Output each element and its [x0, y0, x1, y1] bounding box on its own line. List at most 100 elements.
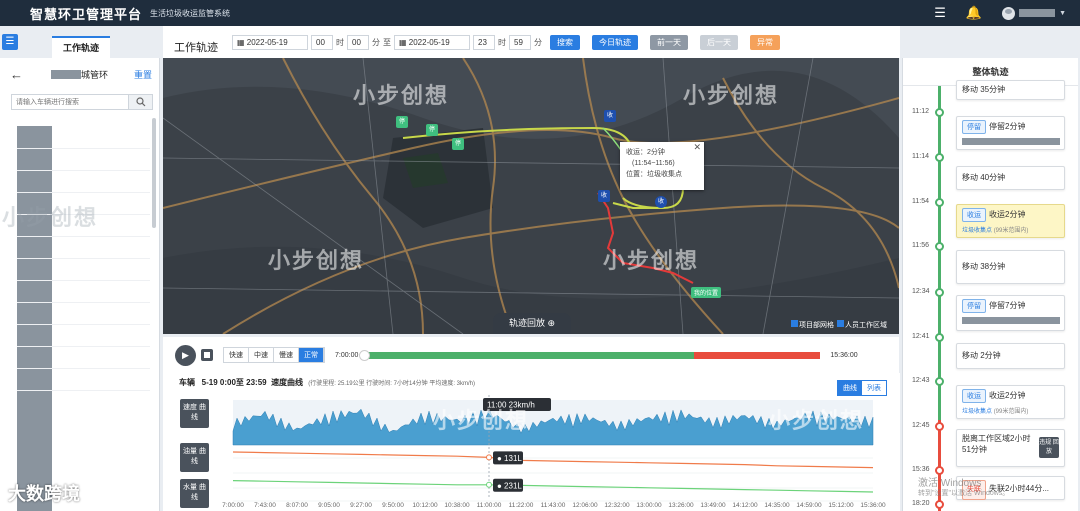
collect-tag: 收运 — [962, 208, 986, 222]
checkbox-icon — [791, 320, 798, 327]
timeline-text: 收运2分钟 — [989, 210, 1026, 219]
search-button[interactable] — [128, 95, 152, 109]
end-minute-field[interactable]: 59 — [509, 34, 531, 50]
speed-option[interactable]: 正常 — [299, 348, 324, 362]
timeline-time: 12:34 — [912, 288, 930, 295]
list-divider — [17, 148, 150, 149]
speed-option[interactable]: 慢速 — [274, 348, 299, 362]
vehicle-search-input[interactable] — [12, 95, 128, 109]
stop-marker[interactable]: 停 — [426, 124, 438, 136]
stop-marker[interactable]: 停 — [452, 138, 464, 150]
water-series-line — [232, 480, 874, 493]
speed-selector: 快速 中速 慢速 正常 — [223, 347, 325, 363]
x-tick-label: 9:05:00 — [318, 502, 340, 509]
prev-day-button[interactable]: 前一天 — [650, 34, 688, 50]
project-grid-label: 项目部网格 — [799, 322, 834, 329]
reset-link[interactable]: 重置 — [134, 68, 152, 81]
x-tick-label: 10:38:00 — [444, 502, 470, 509]
x-tick-label: 15:36:00 — [860, 502, 886, 509]
hour-unit: 时 — [336, 37, 344, 47]
start-hour-field[interactable]: 00 — [311, 34, 333, 50]
left-scrollbar[interactable] — [152, 118, 156, 228]
exception-button[interactable]: 异常 — [750, 34, 780, 50]
list-divider — [17, 346, 150, 347]
vehicle-name-suffix: 城管环 — [81, 69, 109, 80]
list-divider — [17, 280, 150, 281]
location-masked — [962, 317, 1060, 325]
stop-button[interactable] — [201, 349, 213, 361]
timeline-card[interactable]: 脱离工作区域2小时51分钟 违规 回放 — [956, 429, 1065, 467]
end-hour-field[interactable]: 23 — [473, 34, 495, 50]
x-tick-label: 11:43:00 — [541, 502, 566, 509]
timeline-card[interactable]: 停留 停留7分钟 — [956, 295, 1065, 331]
list-divider — [17, 302, 150, 303]
oil-hover-point — [486, 454, 492, 461]
search-button[interactable]: 搜索 — [550, 34, 580, 50]
tab-work-trajectory[interactable]: 工作轨迹 — [52, 36, 110, 58]
user-avatar-icon — [1002, 6, 1016, 20]
list-divider — [17, 390, 150, 391]
violation-replay-button[interactable]: 违规 回放 — [1039, 437, 1059, 458]
collect-marker[interactable]: 收 — [604, 110, 616, 122]
top-bar: 智慧环卫管理平台 生活垃圾收运监管系统 ☰ 🔔 ▼ — [0, 0, 1080, 26]
timeline-card[interactable]: 停留 停留2分钟 — [956, 116, 1065, 150]
timeline-location: 垃圾收集点 — [962, 409, 993, 415]
end-date-field[interactable]: ▦ 2022-05-19 — [394, 34, 470, 50]
trajectory-map[interactable]: 停 停 停 收 收 收 停 收运：2分钟 (11:54~11:56) 位置：垃圾… — [163, 58, 899, 334]
calendar-icon: ▦ — [237, 37, 247, 47]
speed-tooltip: 11:00 23km/h — [487, 401, 535, 410]
app-subtitle: 生活垃圾收运监管系统 — [150, 8, 231, 18]
vehicle-search — [11, 94, 153, 110]
timeline-dot — [935, 108, 944, 117]
user-name-masked — [1019, 9, 1056, 17]
today-trajectory-button[interactable]: 今日轨迹 — [592, 34, 638, 50]
list-divider — [17, 214, 150, 215]
start-date-field[interactable]: ▦ 2022-05-19 — [232, 34, 308, 50]
timeline-dot — [935, 242, 944, 251]
collect-marker[interactable]: 收 — [655, 196, 667, 208]
timeline-text: 移动 2分钟 — [962, 351, 1001, 360]
x-tick-label: 15:12:00 — [828, 502, 854, 509]
timeline-card-active[interactable]: 收运 收运2分钟 垃圾收集点 (99米范围内) — [956, 204, 1065, 238]
staff-area-label: 人员工作区域 — [845, 322, 887, 329]
progress-done — [362, 351, 695, 359]
timeline-text: 移动 38分钟 — [962, 262, 1006, 271]
progress-handle[interactable] — [359, 349, 371, 361]
timeline-card[interactable]: 移动 35分钟 — [956, 80, 1065, 100]
x-tick-label: 14:59:00 — [796, 502, 822, 509]
map-layer-toggles: 项目部网格 人员工作区域 — [791, 320, 887, 330]
timeline-text: 收运2分钟 — [989, 391, 1026, 400]
sidebar-toggle-button[interactable]: ☰ — [2, 34, 18, 50]
timeline-card[interactable]: 移动 38分钟 — [956, 250, 1065, 284]
hamburger-icon[interactable]: ☰ — [934, 5, 946, 21]
x-tick-label: 9:27:00 — [350, 502, 372, 509]
x-tick-label: 13:26:00 — [668, 502, 694, 509]
stop-marker[interactable]: 停 — [396, 116, 408, 128]
timeline-card[interactable]: 收运 收运2分钟 垃圾收集点 (99米范围内) — [956, 385, 1065, 419]
user-menu[interactable]: ▼ — [1002, 6, 1066, 20]
playback-progress[interactable] — [359, 349, 821, 361]
list-divider — [17, 368, 150, 369]
timeline-dot — [935, 333, 944, 342]
back-arrow-icon[interactable]: ← — [10, 67, 23, 82]
x-tick-label: 14:12:00 — [732, 502, 758, 509]
list-divider — [17, 170, 150, 171]
speed-option[interactable]: 快速 — [224, 348, 249, 362]
collect-marker[interactable]: 收 — [598, 190, 610, 202]
x-tick-label: 7:00:00 — [222, 502, 244, 509]
project-grid-checkbox[interactable]: 项目部网格 — [791, 320, 834, 330]
timeline-card[interactable]: 移动 40分钟 — [956, 166, 1065, 190]
close-icon[interactable]: ✕ — [693, 142, 701, 153]
play-button[interactable]: ▶ — [175, 344, 196, 366]
trajectory-replay-tab[interactable]: 轨迹回放 ⊕ — [493, 313, 571, 334]
speed-option[interactable]: 中速 — [249, 348, 274, 362]
windows-activation-title: 激活 Windows — [918, 478, 982, 489]
staff-area-checkbox[interactable]: 人员工作区域 — [837, 320, 887, 330]
timeline-card[interactable]: 移动 2分钟 — [956, 343, 1065, 369]
map-canvas — [163, 58, 899, 334]
next-day-button[interactable]: 后一天 — [700, 34, 738, 50]
start-minute-field[interactable]: 00 — [347, 34, 369, 50]
left-panel-header: ← 城管环 重置 — [0, 64, 160, 84]
timeline-time: 11:12 — [912, 108, 929, 115]
bell-icon[interactable]: 🔔 — [966, 5, 982, 21]
